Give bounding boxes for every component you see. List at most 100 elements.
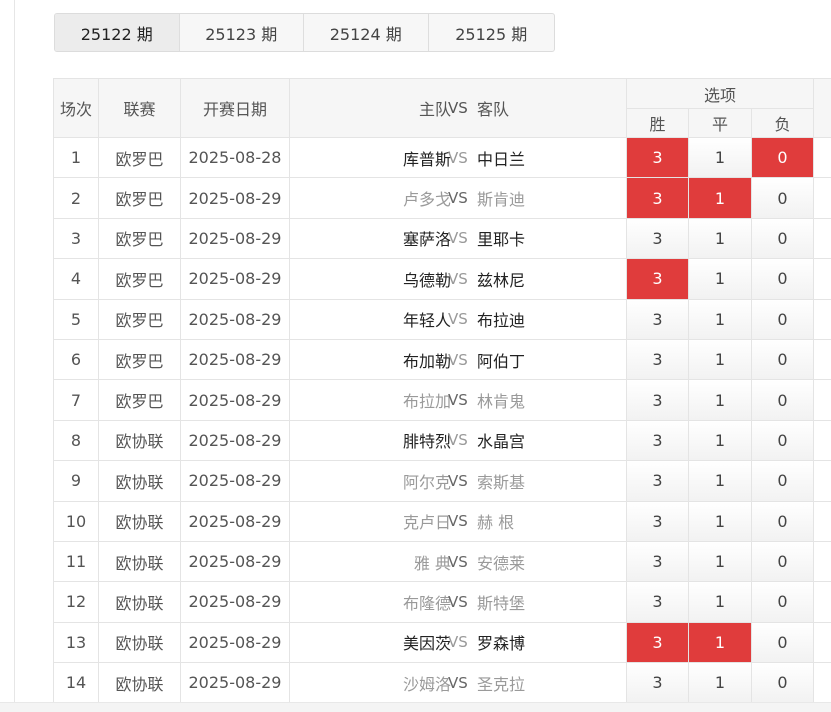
- lose-cell: 0: [750, 136, 815, 179]
- draw-option[interactable]: 1: [689, 582, 751, 622]
- lose-option[interactable]: 0: [752, 299, 814, 339]
- win-cell: 3: [626, 379, 689, 421]
- row-date: 2025-08-29: [180, 258, 290, 300]
- header-win: 胜: [626, 108, 689, 138]
- vs-label: VS: [448, 310, 468, 329]
- lose-option[interactable]: 0: [752, 259, 814, 299]
- lose-option[interactable]: 0: [752, 541, 814, 582]
- win-option[interactable]: 3: [627, 663, 688, 702]
- away-team: 斯特堡: [477, 593, 526, 613]
- vs-label: VS: [448, 592, 468, 611]
- win-option[interactable]: 3: [627, 582, 688, 622]
- row-teams: 塞萨洛 VS 里耶卡: [289, 217, 627, 260]
- away-team: 索斯基: [477, 472, 526, 492]
- lose-option[interactable]: 0: [752, 339, 814, 380]
- left-divider: [14, 0, 15, 712]
- win-option[interactable]: 3: [627, 259, 688, 299]
- row-league: 欧罗巴: [98, 217, 181, 260]
- tab-period-4[interactable]: 25125 期: [429, 14, 555, 51]
- draw-cell: 1: [688, 338, 752, 381]
- draw-option[interactable]: 1: [689, 541, 751, 582]
- win-option[interactable]: 3: [627, 138, 688, 178]
- row-extra: [813, 460, 831, 502]
- lose-option[interactable]: 0: [752, 582, 814, 622]
- draw-cell: 1: [688, 217, 752, 260]
- row-extra: [813, 419, 831, 462]
- row-teams: 年轻人 VS 布拉迪: [289, 298, 627, 340]
- vs-label: VS: [448, 269, 468, 288]
- vs-label: VS: [448, 189, 468, 208]
- draw-option[interactable]: 1: [689, 380, 751, 420]
- home-team: 乌德勒: [402, 270, 451, 290]
- row-date: 2025-08-28: [180, 136, 290, 179]
- lose-option[interactable]: 0: [752, 218, 814, 259]
- draw-cell: 1: [688, 540, 752, 583]
- header-index: 场次: [53, 78, 99, 138]
- lose-cell: 0: [750, 217, 815, 260]
- lose-option[interactable]: 0: [752, 622, 814, 663]
- draw-option[interactable]: 1: [689, 420, 751, 461]
- row-teams: 布隆德 VS 斯特堡: [289, 581, 627, 623]
- lose-option[interactable]: 0: [752, 380, 814, 420]
- draw-cell: 1: [688, 379, 752, 421]
- tab-period-3[interactable]: 25124 期: [304, 14, 429, 51]
- win-option[interactable]: 3: [627, 622, 688, 663]
- draw-option[interactable]: 1: [689, 299, 751, 339]
- row-index: 6: [53, 338, 99, 381]
- win-option[interactable]: 3: [627, 380, 688, 420]
- draw-option[interactable]: 1: [689, 501, 751, 541]
- draw-option[interactable]: 1: [689, 663, 751, 702]
- period-tabs: 25122 期 25123 期 25124 期 25125 期: [54, 13, 555, 52]
- table-row: 1 欧罗巴 2025-08-28 库普斯 VS 中日兰 3 1 0: [53, 136, 831, 179]
- row-league: 欧罗巴: [98, 136, 181, 179]
- bottom-bar: [0, 702, 831, 712]
- tab-period-2[interactable]: 25123 期: [180, 14, 304, 51]
- row-date: 2025-08-29: [180, 419, 290, 462]
- draw-option[interactable]: 1: [689, 259, 751, 299]
- row-teams: 克卢日 VS 赫 根: [289, 500, 627, 542]
- win-option[interactable]: 3: [627, 339, 688, 380]
- lose-option[interactable]: 0: [752, 420, 814, 461]
- table-row: 9 欧协联 2025-08-29 阿尔克 VS 索斯基 3 1 0: [53, 460, 831, 502]
- draw-option[interactable]: 1: [689, 339, 751, 380]
- draw-cell: 1: [688, 298, 752, 340]
- tab-period-1[interactable]: 25122 期: [55, 14, 180, 51]
- draw-option[interactable]: 1: [689, 138, 751, 178]
- lose-option[interactable]: 0: [752, 178, 814, 218]
- lose-cell: 0: [750, 500, 815, 542]
- lose-option[interactable]: 0: [752, 461, 814, 501]
- row-league: 欧罗巴: [98, 379, 181, 421]
- lose-option[interactable]: 0: [752, 138, 814, 178]
- home-team: 塞萨洛: [402, 230, 451, 250]
- lose-option[interactable]: 0: [752, 501, 814, 541]
- win-option[interactable]: 3: [627, 461, 688, 501]
- draw-option[interactable]: 1: [689, 461, 751, 501]
- win-cell: 3: [626, 581, 689, 623]
- lose-option[interactable]: 0: [752, 663, 814, 702]
- table-row: 10 欧协联 2025-08-29 克卢日 VS 赫 根310: [53, 500, 831, 542]
- home-team: 布加勒: [402, 351, 451, 371]
- row-league: 欧协联: [98, 500, 181, 542]
- win-cell: 3: [626, 621, 689, 664]
- away-team: 布拉迪: [477, 311, 526, 331]
- draw-option[interactable]: 1: [689, 178, 751, 218]
- win-cell: 3: [626, 419, 689, 462]
- win-option[interactable]: 3: [627, 501, 688, 541]
- row-league: 欧协联: [98, 419, 181, 462]
- draw-cell: 1: [688, 258, 752, 300]
- win-option[interactable]: 3: [627, 299, 688, 339]
- away-team: 里耶卡: [477, 230, 526, 250]
- away-team: 兹林尼: [477, 270, 526, 290]
- win-option[interactable]: 3: [627, 218, 688, 259]
- row-index: 4: [53, 258, 99, 300]
- row-index: 2: [53, 177, 99, 219]
- table-row: 5 欧罗巴 2025-08-29 年轻人 VS 布拉迪 3 1 0: [53, 298, 831, 340]
- row-teams: 卢多戈 VS 斯肯迪: [289, 177, 627, 219]
- draw-option[interactable]: 1: [689, 218, 751, 259]
- win-option[interactable]: 3: [627, 541, 688, 582]
- win-option[interactable]: 3: [627, 178, 688, 218]
- row-teams: 阿尔克 VS 索斯基: [289, 460, 627, 502]
- draw-option[interactable]: 1: [689, 622, 751, 663]
- win-option[interactable]: 3: [627, 420, 688, 461]
- row-teams: 雅 典 VS 安德莱: [289, 540, 627, 583]
